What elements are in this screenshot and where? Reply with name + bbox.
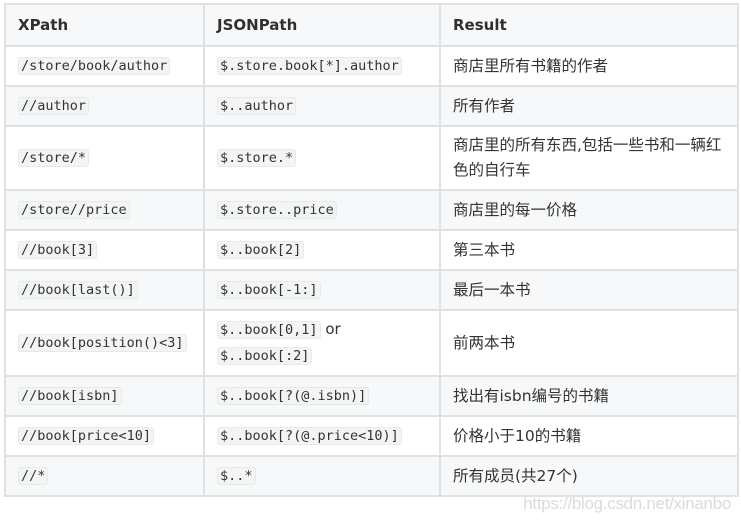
jsonpath-code-alt: $..book[:2] — [217, 347, 313, 365]
table-header-row: XPath JSONPath Result — [4, 3, 739, 47]
xpath-code: //author — [18, 97, 90, 115]
header-result: Result — [439, 3, 739, 47]
table-row: /store//price $.store..price 商店里的每一价格 — [4, 189, 739, 231]
result-cell: 找出有isbn编号的书籍 — [439, 375, 739, 417]
result-cell: 价格小于10的书籍 — [439, 415, 739, 457]
watermark: https://blog.csdn.net/xinanbo — [523, 494, 731, 513]
xpath-code: //book[position()<3] — [18, 334, 187, 352]
xpath-code: //book[3] — [18, 241, 98, 259]
or-text: or — [325, 320, 341, 338]
xpath-jsonpath-comparison-table: XPath JSONPath Result /store/book/author… — [4, 3, 739, 497]
xpath-code: //* — [18, 467, 49, 485]
jsonpath-code: $..book[-1:] — [217, 281, 321, 299]
xpath-cell: //author — [4, 85, 205, 127]
result-cell: 最后一本书 — [439, 269, 739, 311]
xpath-code: //book[last()] — [18, 281, 138, 299]
jsonpath-code: $..book[?(@.isbn)] — [217, 387, 370, 405]
header-jsonpath: JSONPath — [203, 3, 441, 47]
table-row: //book[3] $..book[2] 第三本书 — [4, 229, 739, 271]
xpath-cell: //* — [4, 455, 205, 497]
table-row: //book[isbn] $..book[?(@.isbn)] 找出有isbn编… — [4, 375, 739, 417]
table-row: //* $..* 所有成员(共27个) — [4, 455, 739, 497]
jsonpath-code: $.store.* — [217, 149, 297, 167]
jsonpath-cell: $.store.* — [203, 125, 441, 191]
xpath-cell: /store/book/author — [4, 45, 205, 87]
header-xpath: XPath — [4, 3, 205, 47]
result-cell: 商店里的所有东西,包括一些书和一辆红色的自行车 — [439, 125, 739, 191]
table-row: //author $..author 所有作者 — [4, 85, 739, 127]
jsonpath-cell: $..book[0,1] or $..book[:2] — [203, 309, 441, 377]
xpath-code: //book[isbn] — [18, 387, 122, 405]
xpath-cell: //book[price<10] — [4, 415, 205, 457]
xpath-cell: /store/* — [4, 125, 205, 191]
xpath-code: /store/* — [18, 149, 90, 167]
jsonpath-cell: $..book[?(@.price<10)] — [203, 415, 441, 457]
xpath-code: /store/book/author — [18, 57, 171, 75]
result-cell: 商店里的每一价格 — [439, 189, 739, 231]
xpath-cell: //book[isbn] — [4, 375, 205, 417]
jsonpath-cell: $..book[-1:] — [203, 269, 441, 311]
jsonpath-code: $.store..price — [217, 201, 337, 219]
xpath-cell: //book[last()] — [4, 269, 205, 311]
jsonpath-code: $..author — [217, 97, 297, 115]
jsonpath-cell: $.store.book[*].author — [203, 45, 441, 87]
jsonpath-cell: $..author — [203, 85, 441, 127]
xpath-code: //book[price<10] — [18, 427, 155, 445]
result-cell: 所有作者 — [439, 85, 739, 127]
jsonpath-code: $..* — [217, 467, 256, 485]
table-row: /store/* $.store.* 商店里的所有东西,包括一些书和一辆红色的自… — [4, 125, 739, 191]
jsonpath-code: $..book[?(@.price<10)] — [217, 427, 402, 445]
table-row: /store/book/author $.store.book[*].autho… — [4, 45, 739, 87]
result-cell: 第三本书 — [439, 229, 739, 271]
result-cell: 所有成员(共27个) — [439, 455, 739, 497]
jsonpath-cell: $..book[2] — [203, 229, 441, 271]
jsonpath-cell: $..book[?(@.isbn)] — [203, 375, 441, 417]
result-cell: 商店里所有书籍的作者 — [439, 45, 739, 87]
result-cell: 前两本书 — [439, 309, 739, 377]
table-row: //book[last()] $..book[-1:] 最后一本书 — [4, 269, 739, 311]
table-row: //book[position()<3] $..book[0,1] or $..… — [4, 309, 739, 377]
jsonpath-cell: $.store..price — [203, 189, 441, 231]
xpath-cell: //book[3] — [4, 229, 205, 271]
jsonpath-code: $.store.book[*].author — [217, 57, 402, 75]
xpath-cell: /store//price — [4, 189, 205, 231]
jsonpath-code: $..book[2] — [217, 241, 305, 259]
jsonpath-code: $..book[0,1] — [217, 321, 321, 339]
jsonpath-cell: $..* — [203, 455, 441, 497]
table-row: //book[price<10] $..book[?(@.price<10)] … — [4, 415, 739, 457]
xpath-code: /store//price — [18, 201, 130, 219]
xpath-cell: //book[position()<3] — [4, 309, 205, 377]
